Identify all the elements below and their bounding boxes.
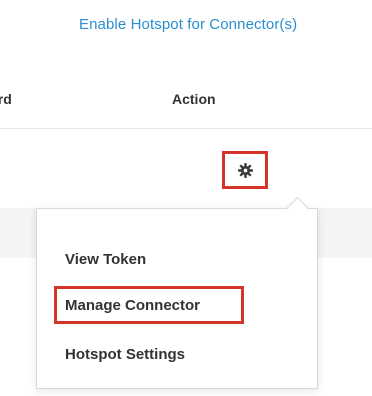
gear-icon (237, 162, 253, 178)
action-menu: View Token Manage Connector Hotspot Sett… (36, 208, 318, 389)
menu-item-manage-connector[interactable]: Manage Connector (65, 297, 200, 314)
header-divider (0, 128, 372, 129)
enable-hotspot-link[interactable]: Enable Hotspot for Connector(s) (79, 16, 297, 33)
column-header-partial: ard (0, 91, 12, 107)
action-gear-button[interactable] (222, 151, 268, 189)
column-header-action: Action (172, 91, 216, 107)
menu-item-view-token[interactable]: View Token (65, 251, 146, 268)
menu-item-hotspot-settings[interactable]: Hotspot Settings (65, 346, 185, 363)
